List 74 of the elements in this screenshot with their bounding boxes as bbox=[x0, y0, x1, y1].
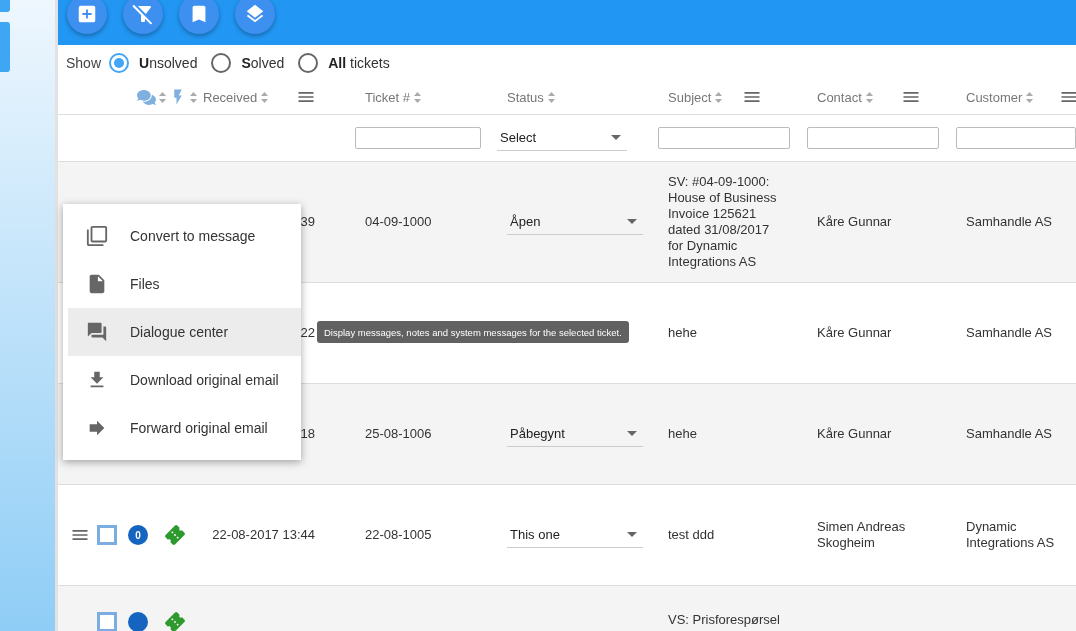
sort-icon[interactable] bbox=[865, 91, 873, 103]
column-header[interactable]: Status bbox=[507, 89, 544, 105]
layers-icon bbox=[244, 3, 266, 25]
radio-label[interactable]: Unsolved bbox=[139, 54, 198, 71]
column-header[interactable]: Contact bbox=[817, 89, 862, 105]
chat-icon bbox=[86, 321, 108, 343]
customer-name: Samhandle AS bbox=[966, 214, 1053, 230]
received-date: 39 bbox=[300, 214, 315, 230]
sort-icon[interactable] bbox=[159, 91, 166, 103]
column-header[interactable]: Received bbox=[203, 89, 258, 105]
filter-field[interactable] bbox=[658, 127, 790, 149]
contact-name: Kåre Gunnar bbox=[817, 426, 893, 442]
received-date: 22-08-2017 13:44 bbox=[212, 527, 315, 543]
ticket-number: 04-09-1000 bbox=[365, 214, 432, 229]
ticket-number: 22-08-1005 bbox=[365, 527, 432, 542]
filter-field[interactable] bbox=[956, 127, 1076, 149]
menu-item[interactable]: Download original email bbox=[68, 356, 301, 404]
add-icon bbox=[76, 3, 98, 25]
dropdown-caret-icon bbox=[611, 135, 621, 140]
subject-text: SV: #04-09-1000: House of Business Invoice 125621 dated 31/08/2017 for Dynamic Integrations AS bbox=[668, 174, 778, 270]
status-filter-select[interactable]: Select bbox=[497, 125, 627, 151]
count-badge: 0 bbox=[128, 525, 148, 545]
menu-item[interactable]: Forward original email bbox=[68, 404, 301, 452]
sidebar-tab[interactable] bbox=[0, 0, 10, 12]
column-header[interactable]: Ticket # bbox=[365, 89, 411, 105]
subject-text: test ddd bbox=[668, 527, 716, 543]
filter-field[interactable] bbox=[355, 127, 481, 149]
show-label: Show bbox=[66, 54, 102, 71]
checkbox[interactable] bbox=[97, 612, 117, 631]
dropdown-caret-icon bbox=[627, 431, 637, 436]
toolbar-button[interactable] bbox=[123, 0, 163, 34]
radio-label[interactable]: Solved bbox=[241, 54, 285, 71]
dropdown-caret-icon bbox=[627, 532, 637, 537]
toolbar-button[interactable] bbox=[179, 0, 219, 34]
subject-text: hehe bbox=[668, 325, 698, 341]
status-select[interactable]: This one bbox=[507, 522, 643, 548]
menu-item[interactable]: Files bbox=[68, 260, 301, 308]
column-header[interactable]: Subject bbox=[668, 89, 712, 105]
chat-icon[interactable] bbox=[137, 87, 156, 107]
radio-button[interactable] bbox=[298, 52, 319, 73]
sort-icon[interactable] bbox=[190, 91, 197, 103]
sort-icon[interactable] bbox=[414, 91, 422, 103]
toolbar-button[interactable] bbox=[67, 0, 107, 34]
dropdown-caret-icon bbox=[627, 219, 637, 224]
count-badge bbox=[128, 612, 148, 631]
filter-off-icon bbox=[131, 2, 155, 26]
column-header[interactable]: Customer bbox=[966, 89, 1023, 105]
menu-item[interactable]: Dialogue center bbox=[68, 308, 301, 356]
checkbox[interactable] bbox=[97, 525, 117, 545]
radio-label[interactable]: All tickets bbox=[328, 54, 390, 71]
received-date: 22 bbox=[300, 325, 315, 341]
sort-icon[interactable] bbox=[715, 91, 723, 103]
tooltip: Display messages, notes and system messages for the selected ticket. bbox=[317, 321, 629, 343]
contact-name: Simen Andreas Skogheim bbox=[817, 519, 907, 551]
customer-name: Dynamic Integrations AS bbox=[966, 519, 1056, 551]
received-date: 18 bbox=[300, 426, 315, 442]
contact-name: Kåre Gunnar bbox=[817, 214, 893, 230]
ticket-number: 25-08-1006 bbox=[365, 426, 432, 441]
sort-icon[interactable] bbox=[261, 91, 269, 103]
radio-button[interactable] bbox=[109, 52, 130, 73]
customer-name: Samhandle AS bbox=[966, 325, 1053, 341]
customer-name: Samhandle AS bbox=[966, 426, 1053, 442]
sort-icon[interactable] bbox=[547, 91, 555, 103]
sort-icon[interactable] bbox=[1026, 91, 1034, 103]
contact-name: Kåre Gunnar bbox=[817, 325, 893, 341]
radio-button[interactable] bbox=[211, 52, 232, 73]
subject-text: hehe bbox=[668, 426, 698, 442]
status-select[interactable]: Påbegynt bbox=[507, 421, 643, 447]
menu-item[interactable]: Convert to message bbox=[68, 212, 301, 260]
subject-text: VS: Prisforespørsel bbox=[668, 612, 781, 628]
status-select[interactable]: Åpen bbox=[507, 209, 643, 235]
copy-icon bbox=[86, 225, 108, 247]
toolbar-button[interactable] bbox=[235, 0, 275, 34]
filter-field[interactable] bbox=[807, 127, 939, 149]
